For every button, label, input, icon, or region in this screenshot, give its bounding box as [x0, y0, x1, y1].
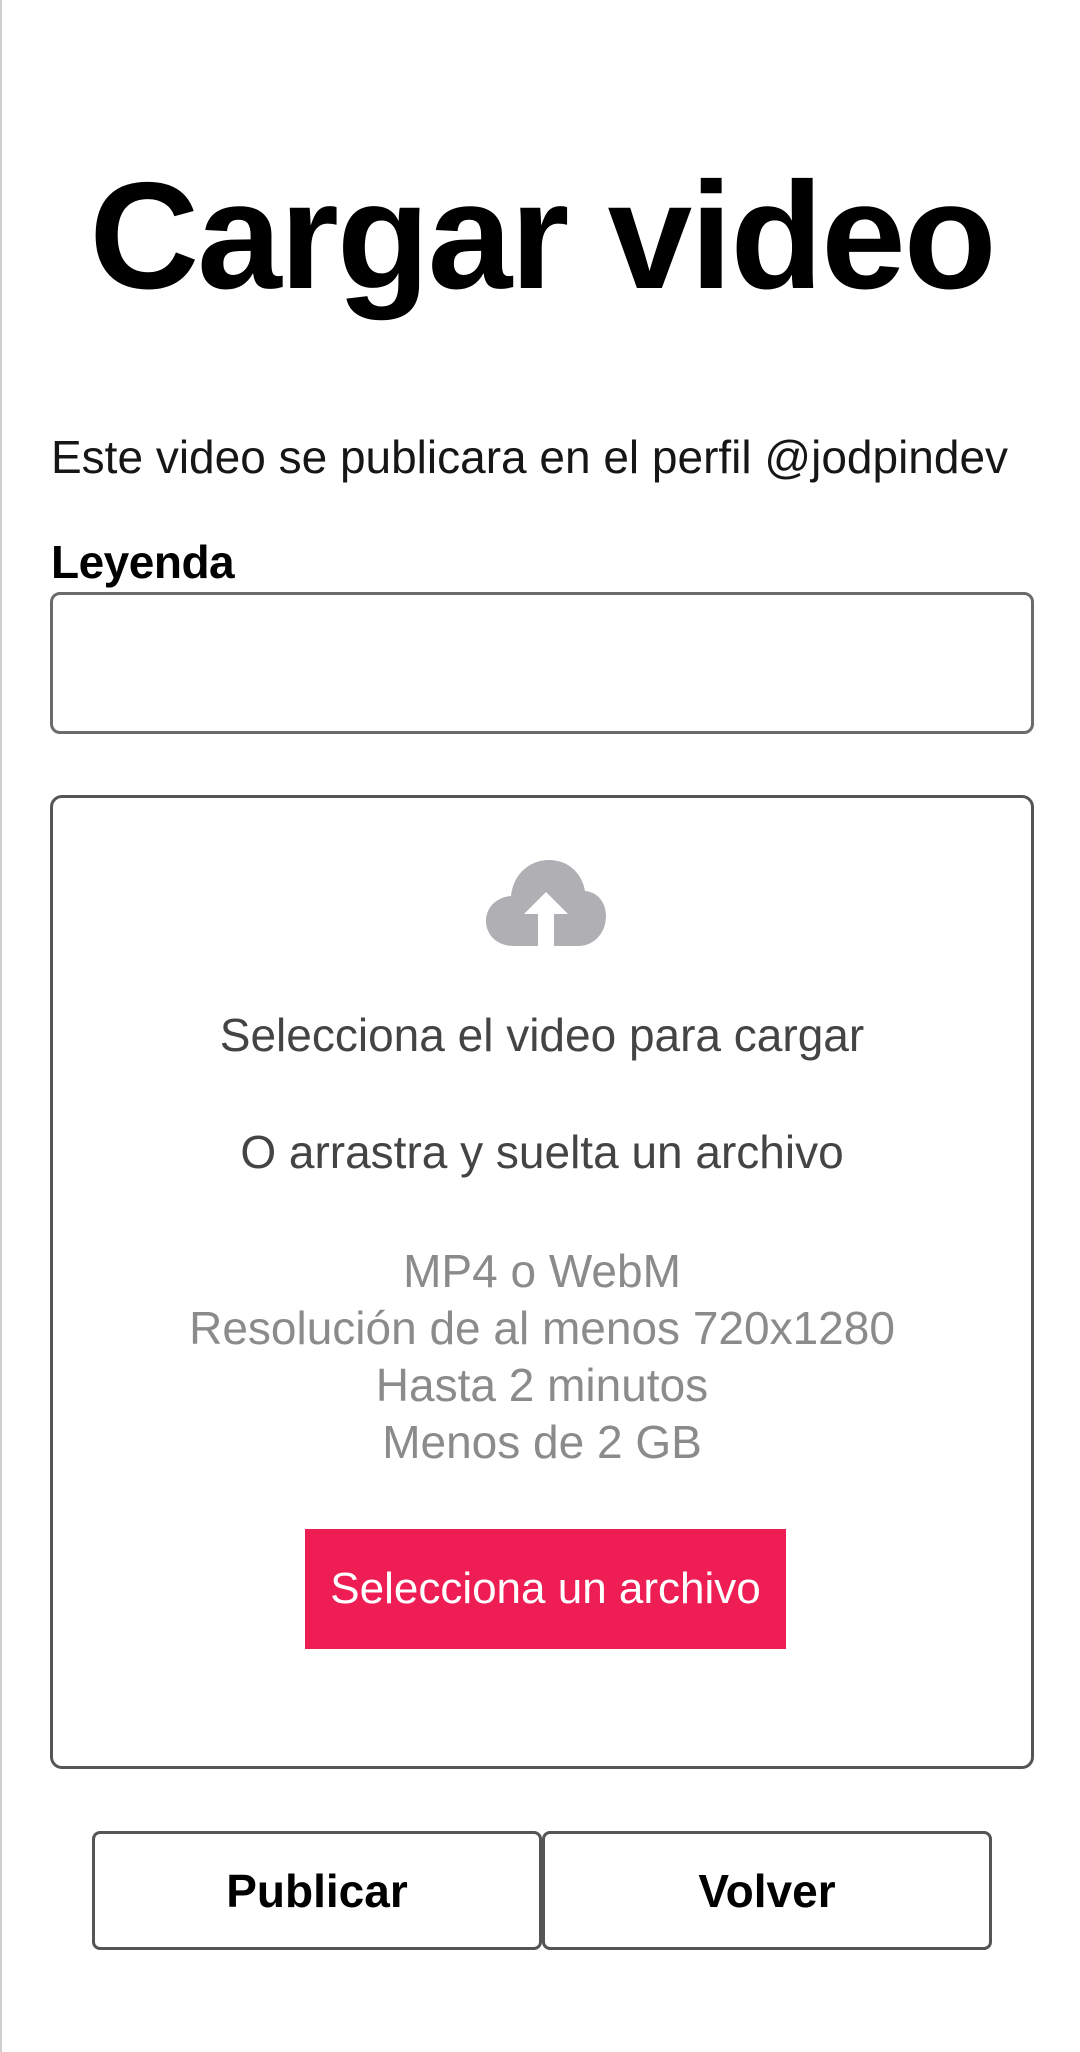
publish-button[interactable]: Publicar	[92, 1831, 542, 1950]
caption-label: Leyenda	[51, 536, 235, 588]
dropzone-secondary-text: O arrastra y suelta un archivo	[240, 1126, 844, 1178]
spec-size: Menos de 2 GB	[382, 1416, 702, 1468]
spec-resolution: Resolución de al menos 720x1280	[189, 1302, 895, 1354]
page-title: Cargar video	[89, 151, 996, 321]
dropzone-specs: MP4 o WebM Resolución de al menos 720x12…	[53, 1243, 1031, 1471]
back-button[interactable]: Volver	[542, 1831, 992, 1950]
caption-input[interactable]	[50, 592, 1034, 734]
select-file-button[interactable]: Selecciona un archivo	[305, 1529, 786, 1649]
profile-note: Este video se publicara en el perfil @jo…	[51, 431, 1009, 483]
upload-page: Cargar video Este video se publicara en …	[0, 0, 1080, 2052]
spec-format: MP4 o WebM	[403, 1245, 681, 1297]
video-dropzone[interactable]: Selecciona el video para cargar O arrast…	[50, 795, 1034, 1769]
dropzone-primary-text: Selecciona el video para cargar	[219, 1009, 865, 1061]
cloud-upload-icon	[486, 860, 606, 946]
spec-duration: Hasta 2 minutos	[375, 1359, 709, 1411]
